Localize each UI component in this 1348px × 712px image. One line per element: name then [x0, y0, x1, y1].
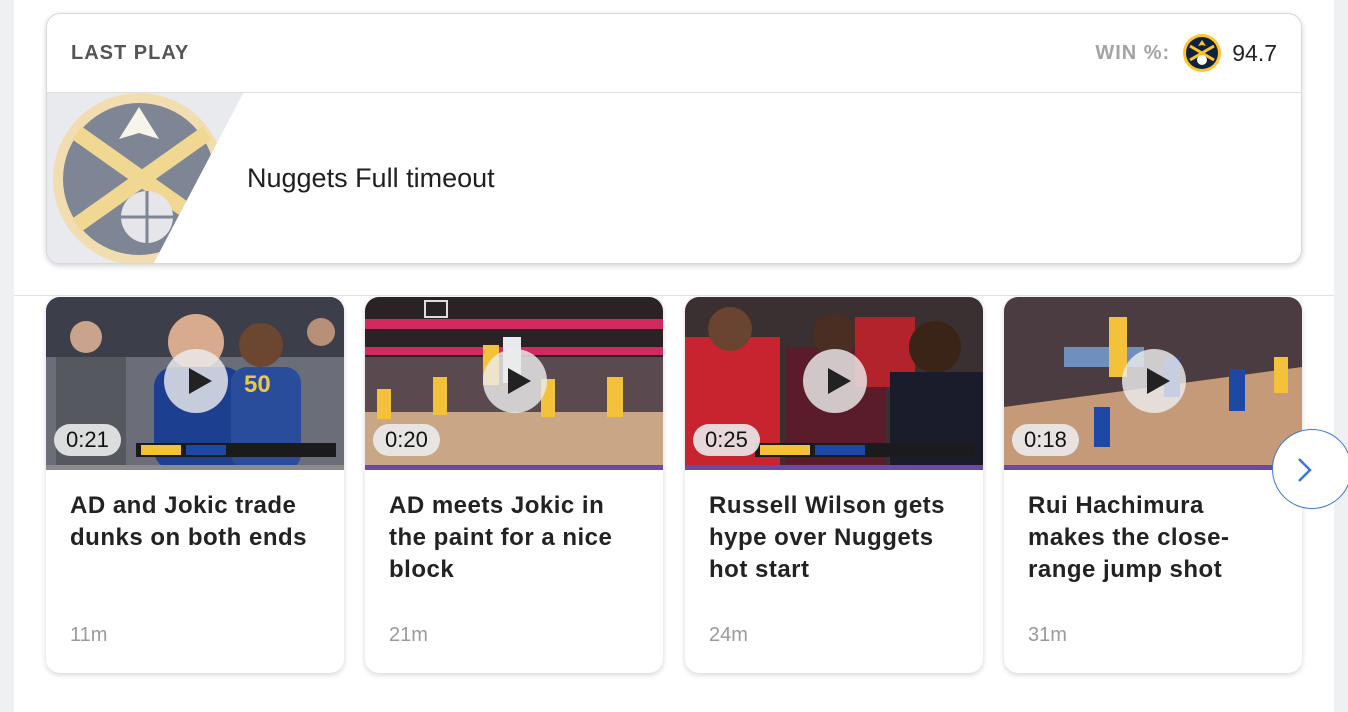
video-title[interactable]: Russell Wilson gets hype over Nuggets ho…: [709, 490, 964, 586]
next-videos-button[interactable]: [1272, 429, 1348, 509]
play-icon[interactable]: [803, 349, 867, 413]
video-age: 24m: [709, 624, 748, 646]
video-title[interactable]: Rui Hachimura makes the close-range jump…: [1028, 490, 1283, 586]
last-play-card: LAST PLAY WIN %: 94.7 Nuggets Full timeo…: [46, 13, 1302, 264]
video-duration: 0:18: [1012, 424, 1079, 456]
watched-progress: [365, 465, 663, 470]
video-title[interactable]: AD meets Jokic in the paint for a nice b…: [389, 490, 644, 586]
video-thumbnail[interactable]: 0:18: [1004, 297, 1302, 470]
video-thumbnail[interactable]: 0:20: [365, 297, 663, 470]
last-play-description: Nuggets Full timeout: [247, 163, 495, 193]
svg-text:50: 50: [244, 371, 271, 398]
video-thumbnail[interactable]: 0:25: [685, 297, 983, 470]
chevron-right-icon: [1298, 458, 1312, 482]
video-age: 21m: [389, 624, 428, 646]
video-card[interactable]: 50 0:21 AD and Jokic trade dunks on both…: [46, 297, 344, 673]
video-duration: 0:21: [54, 424, 121, 456]
video-thumbnail[interactable]: 50 0:21: [46, 297, 344, 470]
win-probability: WIN %: 94.7: [1095, 33, 1277, 73]
watched-progress: [46, 465, 344, 470]
last-play-header: LAST PLAY WIN %: 94.7: [47, 14, 1301, 93]
win-label: WIN %:: [1095, 41, 1171, 64]
play-icon[interactable]: [1122, 349, 1186, 413]
video-duration: 0:25: [693, 424, 760, 456]
watched-progress: [685, 465, 983, 470]
nuggets-team-logo-icon: [47, 93, 247, 263]
play-icon[interactable]: [164, 349, 228, 413]
video-card[interactable]: 0:20 AD meets Jokic in the paint for a n…: [365, 297, 663, 673]
video-card[interactable]: 0:18 Rui Hachimura makes the close-range…: [1004, 297, 1302, 673]
video-age: 11m: [70, 624, 108, 646]
video-card[interactable]: 0:25 Russell Wilson gets hype over Nugge…: [685, 297, 983, 673]
section-divider: [14, 295, 1334, 296]
video-age: 31m: [1028, 624, 1067, 646]
last-play-body: Nuggets Full timeout: [47, 93, 1301, 263]
win-value: 94.7: [1232, 39, 1277, 66]
video-duration: 0:20: [373, 424, 440, 456]
watched-progress: [1004, 465, 1302, 470]
play-icon[interactable]: [483, 349, 547, 413]
nuggets-logo-icon: [1183, 34, 1222, 72]
last-play-title: LAST PLAY: [71, 41, 190, 64]
video-title[interactable]: AD and Jokic trade dunks on both ends: [70, 490, 325, 554]
